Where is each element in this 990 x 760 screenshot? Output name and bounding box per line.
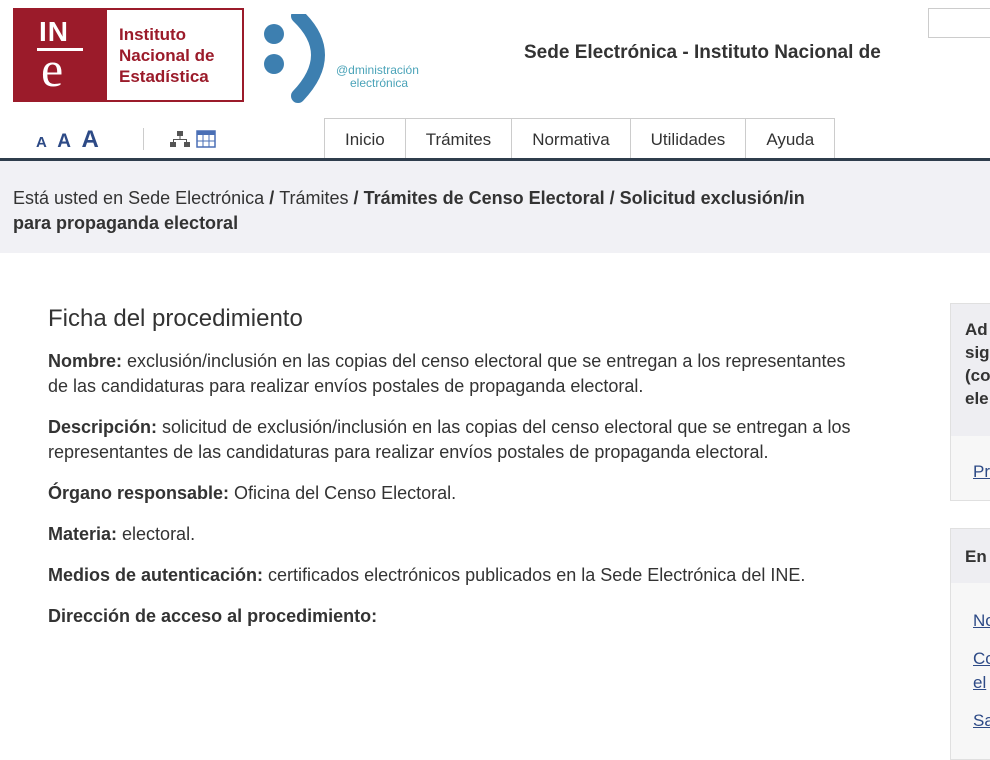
breadcrumb-separator: / bbox=[604, 188, 620, 208]
ine-logo-text: Instituto Nacional de Estadística bbox=[119, 24, 214, 87]
field-medios: Medios de autenticación: certificados el… bbox=[48, 563, 868, 588]
nav-utilidades[interactable]: Utilidades bbox=[629, 118, 747, 159]
sidebar-box-heading: En bbox=[951, 529, 990, 583]
field-label: Órgano responsable: bbox=[48, 483, 230, 503]
breadcrumb-separator: / bbox=[348, 188, 364, 208]
sidebar-box-access: Ad sig (co ele Pr bbox=[950, 303, 990, 501]
sidebar-box-heading-text: En bbox=[965, 547, 987, 566]
ine-logo-line-3: Estadística bbox=[119, 67, 209, 86]
breadcrumb: Está usted en Sede Electrónica / Trámite… bbox=[0, 161, 990, 253]
breadcrumb-separator: / bbox=[264, 188, 280, 208]
field-label: Descripción: bbox=[48, 417, 158, 437]
main-nav: Inicio Trámites Normativa Utilidades Ayu… bbox=[324, 118, 836, 160]
breadcrumb-home[interactable]: Sede Electrónica bbox=[128, 188, 264, 208]
toolbar-divider bbox=[143, 128, 144, 150]
toolbar: A A A Inicio Trámites Normativa Utilidad… bbox=[0, 118, 990, 160]
field-materia: Materia: electoral. bbox=[48, 522, 868, 547]
nav-inicio[interactable]: Inicio bbox=[324, 118, 406, 159]
nav-tramites[interactable]: Trámites bbox=[404, 118, 513, 159]
sidebar-link-2[interactable]: Co bbox=[973, 649, 990, 669]
sidebar-link-2-continued[interactable]: el bbox=[973, 673, 986, 693]
field-value: Oficina del Censo Electoral. bbox=[229, 483, 457, 503]
page-title: Ficha del procedimiento bbox=[48, 305, 303, 332]
field-label: Materia: bbox=[48, 524, 118, 544]
field-organo: Órgano responsable: Oficina del Censo El… bbox=[48, 481, 868, 506]
font-size-controls: A A A bbox=[36, 126, 105, 154]
calendar-icon[interactable] bbox=[196, 130, 216, 148]
administracion-electronica-text: @dministración electrónica bbox=[336, 64, 419, 90]
breadcrumb-current-line-2: para propaganda electoral bbox=[13, 213, 239, 233]
ine-logo-mark: IN e bbox=[15, 10, 107, 100]
field-label: Nombre: bbox=[48, 351, 123, 371]
ine-logo[interactable]: IN e Instituto Nacional de Estadística bbox=[13, 8, 244, 102]
field-nombre: Nombre: exclusión/inclusión en las copia… bbox=[48, 349, 868, 399]
sidebar-box-link[interactable]: Pr bbox=[973, 462, 990, 482]
field-label: Dirección de acceso al procedimiento: bbox=[48, 606, 378, 626]
field-value: exclusión/inclusión en las copias del ce… bbox=[48, 351, 846, 396]
field-direccion: Dirección de acceso al procedimiento: bbox=[48, 604, 868, 629]
font-size-medium-button[interactable]: A bbox=[57, 131, 71, 152]
administracion-electronica-logo[interactable] bbox=[258, 14, 458, 104]
breadcrumb-current-line-1: Solicitud exclusión/in bbox=[619, 188, 805, 208]
ine-logo-line-2: Nacional de bbox=[119, 46, 215, 65]
font-size-large-button[interactable]: A bbox=[81, 126, 98, 153]
procedure-sheet: Ficha del procedimiento Nombre: exclusió… bbox=[48, 305, 868, 645]
sidebar-box-heading-text: Ad sig (co ele bbox=[965, 320, 990, 408]
breadcrumb-prefix: Está usted en bbox=[13, 188, 124, 208]
sitemap-icon[interactable] bbox=[170, 130, 190, 148]
field-descripcion: Descripción: solicitud de exclusión/incl… bbox=[48, 415, 868, 465]
field-value: certificados electrónicos publicados en … bbox=[263, 565, 806, 585]
sidebar-box-links: En No Co el Sa bbox=[950, 528, 990, 760]
sidebar-link-3[interactable]: Sa bbox=[973, 711, 990, 731]
site-title: Sede Electrónica - Instituto Nacional de bbox=[524, 42, 881, 63]
search-input[interactable] bbox=[928, 8, 990, 38]
font-size-small-button[interactable]: A bbox=[36, 134, 47, 151]
ine-logo-e: e bbox=[41, 41, 64, 97]
adm-text-line-2: electrónica bbox=[350, 76, 409, 90]
nav-ayuda[interactable]: Ayuda bbox=[745, 118, 836, 159]
sidebar-link-1[interactable]: No bbox=[973, 611, 990, 631]
field-label: Medios de autenticación: bbox=[48, 565, 264, 585]
field-value: solicitud de exclusión/inclusión en las … bbox=[48, 417, 851, 462]
breadcrumb-censo-electoral[interactable]: Trámites de Censo Electoral bbox=[364, 188, 605, 208]
breadcrumb-tramites[interactable]: Trámites bbox=[279, 188, 348, 208]
nav-normativa[interactable]: Normativa bbox=[511, 118, 631, 159]
field-value: electoral. bbox=[117, 524, 196, 544]
ine-logo-line-1: Instituto bbox=[119, 25, 187, 44]
site-header: IN e Instituto Nacional de Estadística @… bbox=[0, 0, 990, 118]
sidebar-box-heading: Ad sig (co ele bbox=[951, 304, 990, 436]
